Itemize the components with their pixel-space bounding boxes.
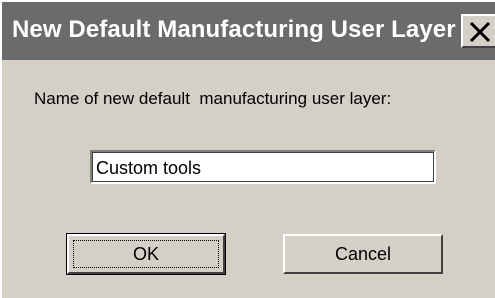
focus-rect [73,240,219,268]
close-icon [469,21,491,43]
dialog-title: New Default Manufacturing User Layer [12,16,456,43]
cancel-button[interactable]: Cancel [283,234,443,274]
title-bar[interactable]: New Default Manufacturing User Layer [2,2,495,60]
dialog-window: New Default Manufacturing User Layer Nam… [0,0,495,298]
cancel-button-label: Cancel [334,244,392,264]
layer-name-input[interactable] [90,150,436,184]
ok-button[interactable]: OK [66,233,226,275]
dialog-body: Name of new default manufacturing user l… [2,60,495,298]
close-button[interactable] [461,14,495,48]
layer-name-label: Name of new default manufacturing user l… [34,89,392,108]
